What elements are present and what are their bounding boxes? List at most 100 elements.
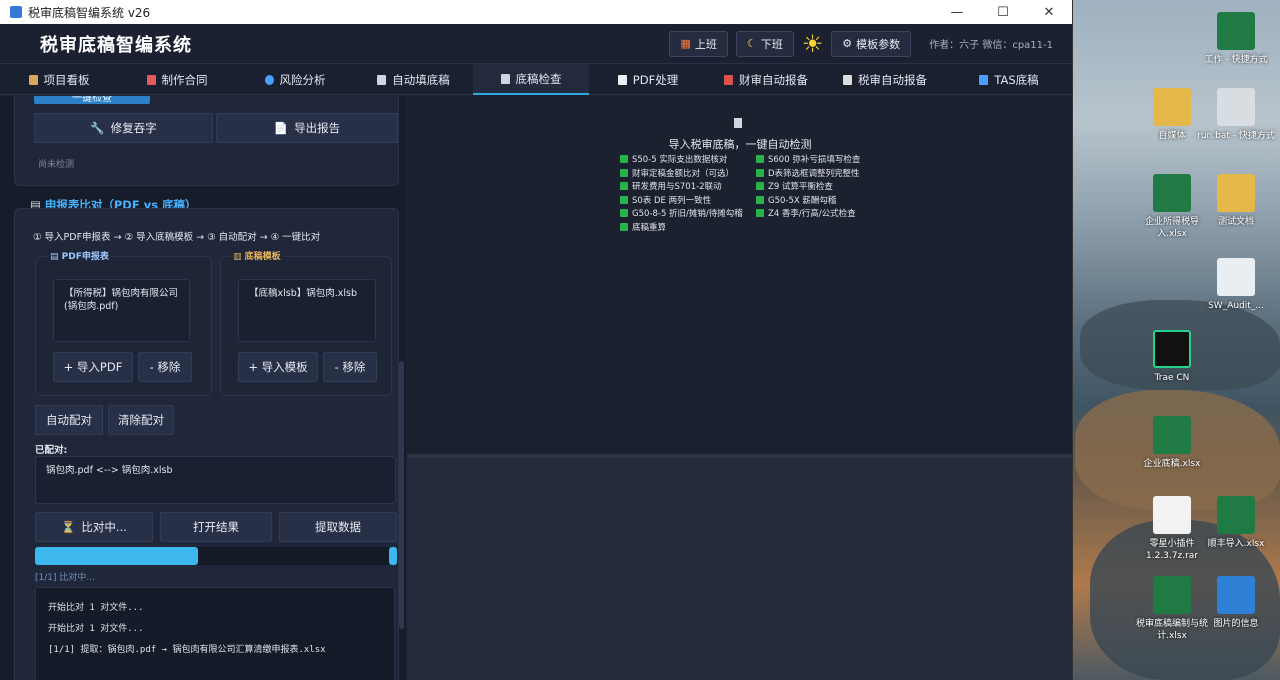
trae-icon: [1153, 330, 1191, 368]
desktop-icon-run-bat[interactable]: run.bat - 快捷方式: [1196, 88, 1276, 142]
gear-icon: [1217, 88, 1255, 126]
moon-icon: ☾: [746, 37, 757, 50]
search-icon: [264, 74, 274, 85]
app-title: 税审底稿智编系统: [40, 34, 192, 56]
log-line: 开始比对 1 对文件...: [48, 624, 144, 634]
excel-icon: [1153, 576, 1191, 614]
import-pdf-button[interactable]: + 导入PDF: [53, 352, 133, 382]
tab-workpaper-check[interactable]: 底稿检查: [473, 64, 589, 95]
sun-icon[interactable]: ☀: [802, 30, 824, 58]
minimize-button[interactable]: —: [934, 0, 980, 24]
remove-pdf-button[interactable]: - 移除: [138, 352, 192, 382]
paired-label: 已配对:: [35, 445, 68, 456]
hourglass-icon: ⏳: [61, 520, 76, 534]
checkbox-icon: [756, 182, 764, 190]
tab-project-board[interactable]: 项目看板: [0, 64, 118, 95]
checkbox-icon: [620, 155, 628, 163]
auto-pair-button[interactable]: 自动配对: [35, 405, 103, 435]
file-icon: [1153, 496, 1191, 534]
desktop-icon-image-info[interactable]: 图片的信息: [1196, 576, 1276, 630]
gear-icon: ⚙: [842, 37, 853, 50]
check-card: 一键检查 🔧 修复吞字 📄 导出报告 尚未检测: [14, 96, 399, 186]
app-header: 税审底稿智编系统 ▦ 上班 ☾ 下班 ☀ ⚙ 模板参数 作者：六子 微信：cpa11-…: [0, 24, 1072, 64]
desktop-icon-test-doc[interactable]: 测试文档: [1196, 174, 1276, 228]
check-item: G50-5X 薪酬勾稽: [756, 194, 836, 206]
tab-tas-workpaper[interactable]: TAS底稿: [945, 64, 1072, 95]
maximize-button[interactable]: ☐: [980, 0, 1026, 24]
desktop-icon-qiye-digao[interactable]: 企业底稿.xlsx: [1132, 416, 1212, 470]
close-button[interactable]: ✕: [1026, 0, 1072, 24]
extract-data-button[interactable]: 提取数据: [279, 512, 397, 542]
tab-tax-report[interactable]: 税审自动报备: [825, 64, 945, 95]
app-window: 税审底稿智编系统 v26 — ☐ ✕ 税审底稿智编系统 ▦ 上班 ☾ 下班 ☀ ⚙ 模…: [0, 0, 1073, 680]
clear-pair-button[interactable]: 清除配对: [108, 405, 174, 435]
log-line: 开始比对 1 对文件...: [48, 603, 144, 613]
compare-card: ① 导入PDF申报表 → ② 导入底稿模板 → ③ 自动配对 → ④ 一键比对 …: [14, 208, 399, 680]
download-icon: [1217, 258, 1255, 296]
desktop-icon-work-shortcut[interactable]: 工作 - 快捷方式: [1196, 12, 1276, 66]
checkbox-icon: [756, 168, 764, 177]
overview-heading: 导入税审底稿，一键自动检测: [668, 138, 812, 151]
pdf-file-list[interactable]: 【所得税】锅包肉有限公司(锅包肉.pdf): [53, 279, 190, 342]
export-report-button[interactable]: 📄 导出报告: [216, 113, 398, 143]
remove-template-button[interactable]: - 移除: [323, 352, 377, 382]
tab-risk-analysis[interactable]: 风险分析: [236, 64, 354, 95]
desktop-icon-sw-audit[interactable]: SW_Audit_...: [1196, 258, 1276, 312]
excel-icon: [1153, 174, 1191, 212]
check-status: 尚未检测: [38, 160, 75, 170]
tab-pdf-processing[interactable]: PDF处理: [589, 64, 707, 95]
tab-auto-fill[interactable]: 自动填底稿: [354, 64, 473, 95]
pdf-group-title: ▤ PDF申报表: [48, 249, 111, 262]
template-group: ▥ 底稿模板 【底稿xlsb】锅包肉.xlsb + 导入模板 - 移除: [220, 249, 392, 396]
check-item: 财审定稿金额比对（可选）: [620, 167, 734, 179]
compare-button[interactable]: ⏳ 比对中...: [35, 512, 153, 542]
open-result-button[interactable]: 打开结果: [160, 512, 272, 542]
fix-glyph-button[interactable]: 🔧 修复吞字: [34, 113, 213, 143]
pdf-file-item[interactable]: 【所得税】锅包肉有限公司(锅包肉.pdf): [64, 288, 178, 312]
log-output[interactable]: 开始比对 1 对文件... 开始比对 1 对文件... [1/1] 提取：锅包肉…: [35, 587, 395, 680]
chart-icon: [979, 74, 989, 85]
desktop-icon-shunfeng[interactable]: 顺丰导入.xlsx: [1196, 496, 1276, 550]
compare-steps: ① 导入PDF申报表 → ② 导入底稿模板 → ③ 自动配对 → ④ 一键比对: [33, 232, 321, 243]
checkbox-icon: [756, 195, 764, 204]
document-icon: 📄: [273, 121, 289, 135]
check-item: S50-5 实际支出数据核对: [620, 153, 727, 165]
clock-out-button[interactable]: ☾ 下班: [735, 30, 794, 57]
progress-bar-indicator: [389, 547, 397, 565]
left-scrollbar[interactable]: [399, 361, 404, 629]
document-icon: [377, 74, 387, 85]
check-item: D表筛选框调整列完整性: [756, 167, 860, 179]
folder-icon: [1217, 174, 1255, 212]
bank-icon: [843, 74, 852, 85]
tab-finance-report[interactable]: 财审自动报备: [707, 64, 825, 95]
pdf-group: ▤ PDF申报表 【所得税】锅包肉有限公司(锅包肉.pdf) + 导入PDF -…: [35, 249, 212, 396]
excel-icon: [1217, 496, 1255, 534]
check-item: S600 弥补亏损填写检查: [756, 153, 860, 165]
excel-icon: [1153, 416, 1191, 454]
document-icon: [500, 73, 510, 84]
template-file-list[interactable]: 【底稿xlsb】锅包肉.xlsb: [238, 279, 376, 342]
template-params-button[interactable]: ⚙ 模板参数: [831, 30, 912, 57]
checkbox-icon: [620, 195, 628, 204]
document-icon: [734, 118, 742, 128]
paired-item[interactable]: 锅包肉.pdf <--> 锅包肉.xlsb: [46, 465, 173, 476]
check-item: S0表 DE 两列一致性: [620, 194, 711, 206]
inbox-icon: [724, 74, 733, 85]
checkbox-icon: [620, 182, 628, 190]
check-item: G50-8-5 折旧/摊销/待摊勾稽: [620, 207, 743, 219]
author-info: 作者：六子 微信：cpa11-1: [929, 40, 1053, 51]
template-file-item[interactable]: 【底稿xlsb】锅包肉.xlsb: [249, 288, 357, 299]
paired-list[interactable]: 锅包肉.pdf <--> 锅包肉.xlsb: [35, 456, 396, 504]
window-title: 税审底稿智编系统 v26: [28, 5, 151, 20]
checkbox-icon: [756, 209, 764, 217]
import-template-button[interactable]: + 导入模板: [238, 352, 318, 382]
desktop-icon-trae[interactable]: Trae CN: [1132, 330, 1212, 384]
excel-icon: [1217, 12, 1255, 50]
tab-make-contract[interactable]: 制作合同: [118, 64, 236, 95]
check-all-button[interactable]: 一键检查: [34, 96, 150, 104]
clock-in-button[interactable]: ▦ 上班: [669, 30, 728, 57]
log-line: [1/1] 提取：锅包肉.pdf → 锅包肉有限公司汇算清缴申报表.xlsx: [48, 645, 326, 655]
calendar-icon: ▦: [680, 37, 691, 50]
checkbox-icon: [620, 222, 628, 231]
checkbox-icon: [756, 155, 764, 163]
